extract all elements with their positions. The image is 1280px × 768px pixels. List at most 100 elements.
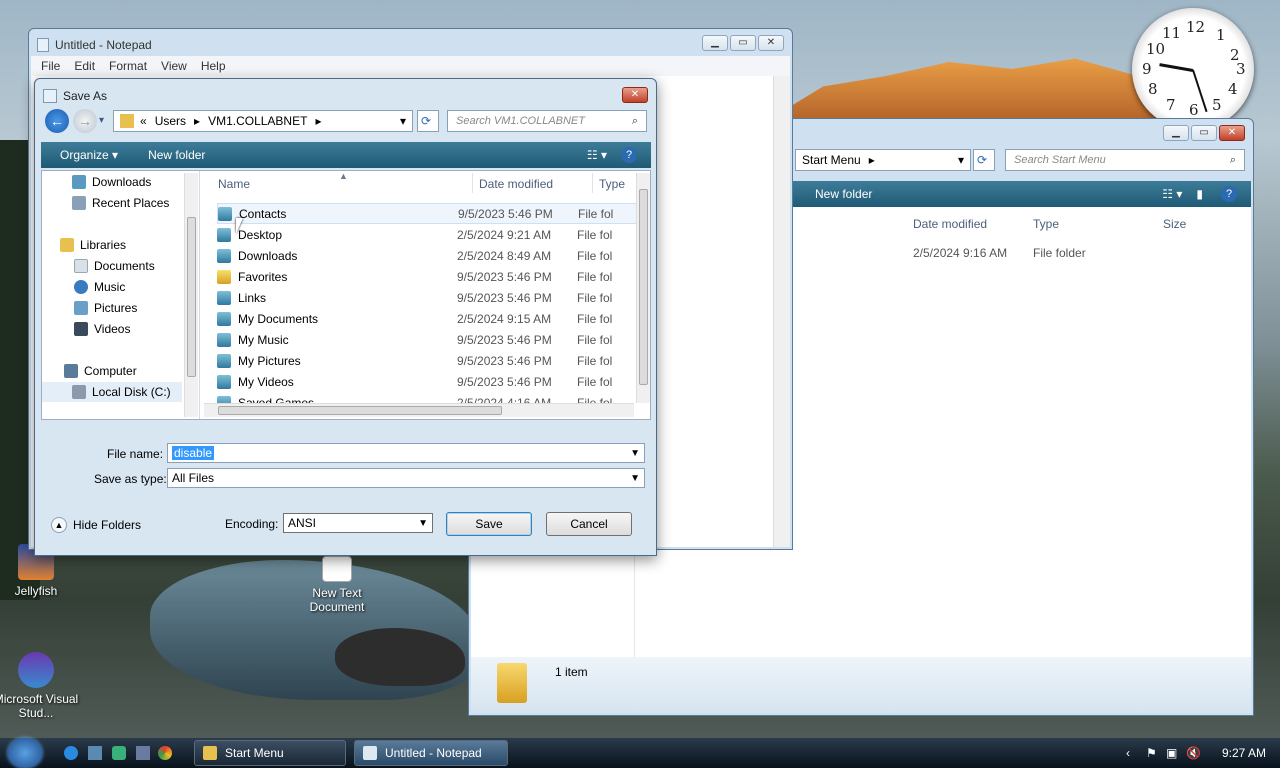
scrollbar-thumb[interactable] [639, 189, 648, 385]
forward-arrow-icon[interactable]: → [73, 109, 97, 133]
file-row[interactable]: Contacts 9/5/2023 5:46 PM File fol [217, 203, 647, 224]
column-header-name[interactable]: Name [218, 177, 250, 191]
sort-arrow-icon: ▲ [339, 171, 348, 181]
file-row[interactable]: Links 9/5/2023 5:46 PM File fol [217, 287, 647, 308]
text-document-icon [322, 556, 352, 582]
nav-label: Computer [84, 364, 137, 378]
hide-folders-button[interactable]: ▲ Hide Folders [51, 517, 141, 533]
notepad-icon [37, 38, 49, 52]
scrollbar-thumb[interactable] [218, 406, 502, 415]
nav-item-libraries[interactable]: Libraries [60, 235, 200, 255]
file-row[interactable]: Desktop 2/5/2024 9:21 AM File fol [217, 224, 647, 245]
save-as-dialog[interactable]: Save As ✕ ← → ▾ « Users ▸ VM1.COLLABNET … [34, 78, 657, 556]
start-button[interactable] [8, 738, 42, 768]
nav-item-local-disk[interactable]: Local Disk (C:) [42, 382, 182, 402]
file-name-input[interactable]: disable ▼ [167, 443, 645, 463]
address-bar[interactable]: Start Menu ▸ ▾ [795, 149, 971, 171]
file-row[interactable]: Favorites 9/5/2023 5:46 PM File fol [217, 266, 647, 287]
show-desktop-icon[interactable] [88, 746, 102, 760]
taskbar-notepad[interactable]: Untitled - Notepad [354, 740, 508, 766]
views-icon[interactable]: ☷ ▾ [1162, 187, 1182, 201]
power-icon[interactable]: ▣ [1166, 746, 1177, 760]
menu-format[interactable]: Format [109, 59, 147, 73]
vertical-scrollbar[interactable] [636, 173, 650, 403]
refresh-icon[interactable]: ⟳ [417, 110, 439, 132]
vertical-scrollbar[interactable] [773, 76, 790, 547]
breadcrumb-start-menu[interactable]: Start Menu [802, 153, 861, 167]
internet-explorer-icon[interactable] [64, 746, 78, 760]
menu-help[interactable]: Help [201, 59, 226, 73]
switch-windows-icon[interactable] [112, 746, 126, 760]
taskbar-start-menu[interactable]: Start Menu [194, 740, 346, 766]
search-input[interactable]: Search VM1.COLLABNET ⌕ [447, 110, 647, 132]
chevron-down-icon[interactable]: ▼ [418, 518, 428, 529]
chevron-down-icon[interactable]: ▾ [99, 115, 104, 126]
save-button[interactable]: Save [446, 512, 532, 536]
save-as-type-select[interactable]: All Files ▼ [167, 468, 645, 488]
file-row[interactable]: Downloads 2/5/2024 8:49 AM File fol [217, 245, 647, 266]
nav-scrollbar[interactable] [184, 173, 198, 417]
system-clock[interactable]: 9:27 AM [1222, 746, 1266, 760]
column-header-type[interactable]: Type [599, 177, 625, 191]
dialog-toolbar: Organize ▾ New folder ☷ ▾ ? [41, 142, 651, 168]
search-placeholder: Search VM1.COLLABNET [456, 115, 585, 127]
help-icon[interactable]: ? [1221, 186, 1237, 202]
organize-button[interactable]: Organize ▾ [60, 148, 118, 162]
column-header-date[interactable]: Date modified [479, 177, 553, 191]
refresh-icon[interactable]: ⟳ [973, 149, 995, 171]
chevron-down-icon[interactable]: ▼ [630, 448, 640, 459]
menu-file[interactable]: File [41, 59, 60, 73]
file-row[interactable]: My Videos 9/5/2023 5:46 PM File fol [217, 371, 647, 392]
preview-pane-icon[interactable]: ▮ [1196, 187, 1203, 201]
file-row[interactable]: My Pictures 9/5/2023 5:46 PM File fol [217, 350, 647, 371]
clock-number: 4 [1228, 80, 1238, 98]
chevron-down-icon[interactable]: ▼ [630, 473, 640, 484]
minimize-button[interactable]: ▁ [1163, 125, 1189, 141]
cancel-button[interactable]: Cancel [546, 512, 632, 536]
new-folder-button[interactable]: New folder [815, 187, 872, 201]
column-header-type[interactable]: Type [1033, 217, 1059, 231]
music-icon [74, 280, 88, 294]
column-header-date[interactable]: Date modified [913, 217, 987, 231]
encoding-select[interactable]: ANSI ▼ [283, 513, 433, 533]
breadcrumb-users[interactable]: Users [155, 114, 186, 128]
back-arrow-icon[interactable]: ← [45, 109, 69, 133]
menu-edit[interactable]: Edit [74, 59, 95, 73]
chrome-icon[interactable] [158, 746, 172, 760]
horizontal-scrollbar[interactable] [204, 403, 634, 417]
file-row[interactable]: My Music 9/5/2023 5:46 PM File fol [217, 329, 647, 350]
volume-muted-icon[interactable]: 🔇 [1186, 746, 1201, 760]
file-name: My Videos [238, 374, 294, 389]
views-icon[interactable]: ☷ ▾ [587, 148, 607, 162]
computer-icon [64, 364, 78, 378]
show-hidden-icons-icon[interactable]: ‹ [1126, 746, 1130, 760]
chevron-down-icon[interactable]: ▾ [958, 153, 964, 167]
file-type: File fol [578, 206, 614, 221]
desktop-icon-visual-studio[interactable]: Microsoft Visual Stud... [0, 652, 81, 720]
action-center-flag-icon[interactable]: ⚑ [1146, 746, 1157, 760]
menu-view[interactable]: View [161, 59, 187, 73]
notepad-icon [43, 89, 57, 103]
column-header-size[interactable]: Size [1163, 217, 1186, 231]
close-button[interactable]: ✕ [758, 35, 784, 51]
search-input[interactable]: Search Start Menu ⌕ [1005, 149, 1245, 171]
close-button[interactable]: ✕ [1219, 125, 1245, 141]
new-folder-button[interactable]: New folder [148, 148, 205, 162]
clock-gadget[interactable]: 12 1 2 3 4 5 6 7 8 9 10 11 [1132, 8, 1254, 130]
help-icon[interactable]: ? [621, 147, 637, 163]
overflow-chevron-icon[interactable]: « [140, 114, 147, 128]
remote-desktop-icon[interactable] [136, 746, 150, 760]
file-date: 2/5/2024 9:15 AM [457, 311, 552, 326]
maximize-button[interactable]: ▭ [1191, 125, 1217, 141]
chevron-down-icon[interactable]: ▾ [400, 114, 406, 128]
desktop-icon-new-text-document[interactable]: New Text Document [292, 556, 382, 614]
minimize-button[interactable]: ▁ [702, 35, 728, 51]
close-button[interactable]: ✕ [622, 87, 648, 103]
file-row[interactable]: My Documents 2/5/2024 9:15 AM File fol [217, 308, 647, 329]
scrollbar-thumb[interactable] [187, 217, 196, 377]
nav-item-computer[interactable]: Computer [64, 361, 204, 381]
maximize-button[interactable]: ▭ [730, 35, 756, 51]
address-bar[interactable]: « Users ▸ VM1.COLLABNET ▸ ▾ [113, 110, 413, 132]
nav-label: Local Disk (C:) [92, 385, 171, 399]
breadcrumb-vm1-collabnet[interactable]: VM1.COLLABNET [208, 114, 307, 128]
